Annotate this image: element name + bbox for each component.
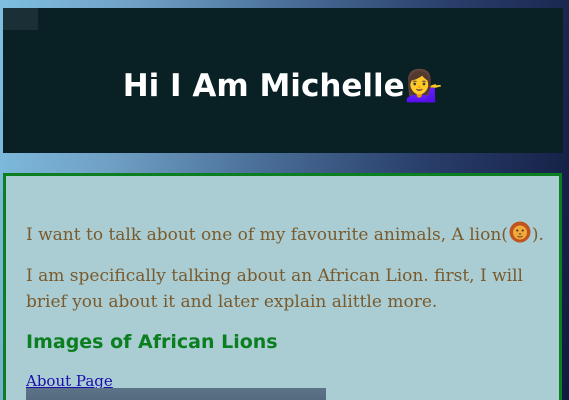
page-title: Hi I Am Michelle💁‍♀️ xyxy=(3,66,563,106)
page-title-text: Hi I Am Michelle xyxy=(122,68,405,104)
images-subheading: Images of African Lions xyxy=(26,331,278,353)
woman-tipping-hand-icon: 💁‍♀️ xyxy=(404,68,444,104)
page-header: Hi I Am Michelle💁‍♀️ xyxy=(3,8,563,153)
lion-image xyxy=(26,388,326,400)
header-corner-block xyxy=(3,8,38,30)
lion-face-icon xyxy=(509,221,531,243)
intro-text-end: ). xyxy=(531,225,544,245)
description-paragraph: I am specifically talking about an Afric… xyxy=(26,266,523,312)
intro-paragraph: I want to talk about one of my favourite… xyxy=(26,221,546,248)
content-section: I want to talk about one of my favourite… xyxy=(3,173,562,400)
intro-text-start: I want to talk about one of my favourite… xyxy=(26,225,508,245)
